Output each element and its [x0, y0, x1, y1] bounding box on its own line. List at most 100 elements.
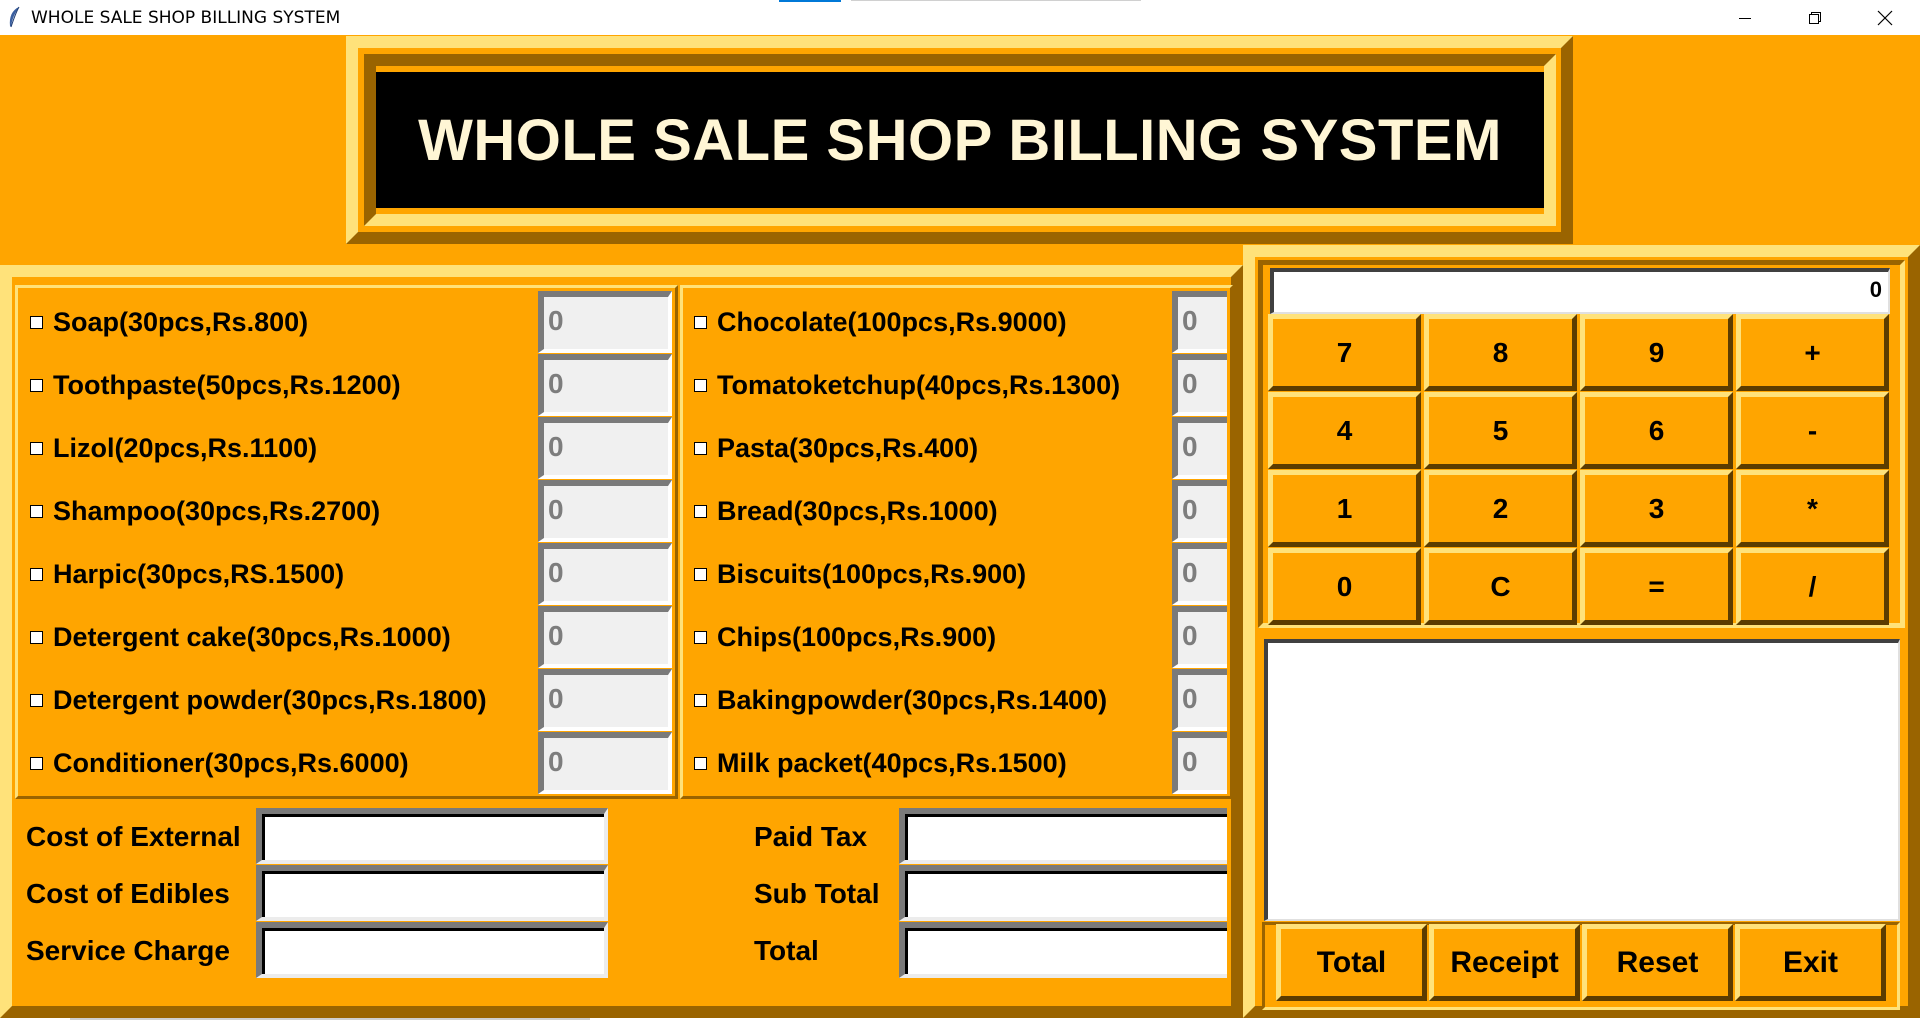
calc-key-one[interactable]: 1 [1268, 470, 1421, 547]
item-label: Harpic(30pcs,RS.1500) [53, 558, 345, 589]
calc-key-six[interactable]: 6 [1580, 392, 1733, 469]
paid-tax-field[interactable] [899, 808, 1227, 864]
item-checkbox[interactable] [30, 315, 43, 329]
item-row: Shampoo(30pcs,Rs.2700) [30, 486, 380, 536]
item-row: Pasta(30pcs,Rs.400) [694, 423, 978, 473]
item-quantity-input[interactable]: 0 [538, 543, 672, 605]
receipt-button[interactable]: Receipt [1429, 924, 1580, 1001]
receipt-textarea[interactable] [1264, 639, 1900, 921]
calc-key-two[interactable]: 2 [1424, 470, 1577, 547]
item-checkbox[interactable] [30, 693, 43, 707]
calc-key-nine[interactable]: 9 [1580, 314, 1733, 391]
calc-key-seven[interactable]: 7 [1268, 314, 1421, 391]
item-row: Bakingpowder(30pcs,Rs.1400) [694, 675, 1107, 725]
item-label: Chips(100pcs,Rs.900) [717, 621, 997, 652]
item-quantity-input[interactable]: 0 [1172, 480, 1227, 542]
close-button[interactable] [1850, 0, 1920, 35]
item-label: Chocolate(100pcs,Rs.9000) [717, 306, 1067, 337]
item-row: Biscuits(100pcs,Rs.900) [694, 549, 1026, 599]
cost-of-edibles-field[interactable] [256, 865, 608, 921]
item-label: Detergent cake(30pcs,Rs.1000) [53, 621, 451, 652]
item-row: Chips(100pcs,Rs.900) [694, 612, 996, 662]
item-quantity-input[interactable]: 0 [538, 732, 672, 794]
item-row: Detergent cake(30pcs,Rs.1000) [30, 612, 451, 662]
item-checkbox[interactable] [30, 504, 43, 518]
calc-key-zero[interactable]: 0 [1268, 548, 1421, 625]
paid-tax-label: Paid Tax [754, 821, 868, 852]
close-icon [1877, 10, 1893, 25]
total-button[interactable]: Total [1276, 924, 1427, 1001]
item-row: Soap(30pcs,Rs.800) [30, 297, 308, 347]
item-label: Milk packet(40pcs,Rs.1500) [717, 747, 1067, 778]
item-quantity-input[interactable]: 0 [538, 669, 672, 731]
item-checkbox[interactable] [30, 756, 43, 770]
item-label: Lizol(20pcs,Rs.1100) [53, 432, 318, 463]
cost-of-edibles-label: Cost of Edibles [26, 878, 230, 909]
service-charge-label: Service Charge [26, 935, 230, 966]
calc-key-five[interactable]: 5 [1424, 392, 1577, 469]
calc-key-equals[interactable]: = [1580, 548, 1733, 625]
sub-total-field[interactable] [899, 865, 1227, 921]
item-label: Conditioner(30pcs,Rs.6000) [53, 747, 409, 778]
item-checkbox[interactable] [694, 504, 707, 518]
item-checkbox[interactable] [30, 441, 43, 455]
taskbar-indicator-secondary [851, 0, 1141, 1]
item-label: Bread(30pcs,Rs.1000) [717, 495, 998, 526]
item-quantity-input[interactable]: 0 [538, 417, 672, 479]
window-title: WHOLE SALE SHOP BILLING SYSTEM [31, 8, 341, 28]
feather-icon [9, 6, 20, 28]
item-quantity-input[interactable]: 0 [538, 354, 672, 416]
item-checkbox[interactable] [694, 693, 707, 707]
item-quantity-input[interactable]: 0 [1172, 669, 1227, 731]
calculator-display[interactable]: 0 [1270, 268, 1890, 314]
calc-key-minus[interactable]: - [1736, 392, 1889, 469]
item-checkbox[interactable] [694, 441, 707, 455]
sub-total-label: Sub Total [754, 878, 880, 909]
item-row: Harpic(30pcs,RS.1500) [30, 549, 344, 599]
item-checkbox[interactable] [694, 630, 707, 644]
item-checkbox[interactable] [694, 567, 707, 581]
restore-button[interactable] [1780, 0, 1850, 35]
item-row: Toothpaste(50pcs,Rs.1200) [30, 360, 401, 410]
calc-key-eight[interactable]: 8 [1424, 314, 1577, 391]
item-row: Bread(30pcs,Rs.1000) [694, 486, 998, 536]
item-label: Toothpaste(50pcs,Rs.1200) [53, 369, 401, 400]
calc-key-three[interactable]: 3 [1580, 470, 1733, 547]
total-label: Total [754, 935, 819, 966]
item-quantity-input[interactable]: 0 [1172, 291, 1227, 353]
item-quantity-input[interactable]: 0 [1172, 354, 1227, 416]
calc-key-divide[interactable]: / [1736, 548, 1889, 625]
window-titlebar: WHOLE SALE SHOP BILLING SYSTEM [0, 0, 1920, 35]
item-quantity-input[interactable]: 0 [538, 480, 672, 542]
cost-of-external-field[interactable] [256, 808, 608, 864]
calc-key-plus[interactable]: + [1736, 314, 1889, 391]
calc-key-clear[interactable]: C [1424, 548, 1577, 625]
item-quantity-input[interactable]: 0 [538, 606, 672, 668]
total-field[interactable] [899, 922, 1227, 978]
item-quantity-input[interactable]: 0 [1172, 732, 1227, 794]
page-title: WHOLE SALE SHOP BILLING SYSTEM [418, 107, 1502, 173]
taskbar-indicator [779, 0, 841, 2]
item-quantity-input[interactable]: 0 [1172, 606, 1227, 668]
item-checkbox[interactable] [694, 756, 707, 770]
restore-icon [1809, 11, 1821, 24]
item-checkbox[interactable] [694, 378, 707, 392]
exit-button[interactable]: Exit [1735, 924, 1886, 1001]
item-checkbox[interactable] [30, 567, 43, 581]
item-quantity-input[interactable]: 0 [538, 291, 672, 353]
item-label: Detergent powder(30pcs,Rs.1800) [53, 684, 487, 715]
cost-of-external-label: Cost of External [26, 821, 241, 852]
minimize-button[interactable] [1710, 0, 1780, 35]
item-quantity-input[interactable]: 0 [1172, 543, 1227, 605]
service-charge-field[interactable] [256, 922, 608, 978]
item-row: Detergent powder(30pcs,Rs.1800) [30, 675, 487, 725]
header-banner: WHOLE SALE SHOP BILLING SYSTEM [376, 72, 1544, 208]
item-checkbox[interactable] [30, 630, 43, 644]
reset-button[interactable]: Reset [1582, 924, 1733, 1001]
item-checkbox[interactable] [694, 315, 707, 329]
item-quantity-input[interactable]: 0 [1172, 417, 1227, 479]
calc-key-four[interactable]: 4 [1268, 392, 1421, 469]
item-checkbox[interactable] [30, 378, 43, 392]
calc-key-multiply[interactable]: * [1736, 470, 1889, 547]
item-row: Lizol(20pcs,Rs.1100) [30, 423, 317, 473]
